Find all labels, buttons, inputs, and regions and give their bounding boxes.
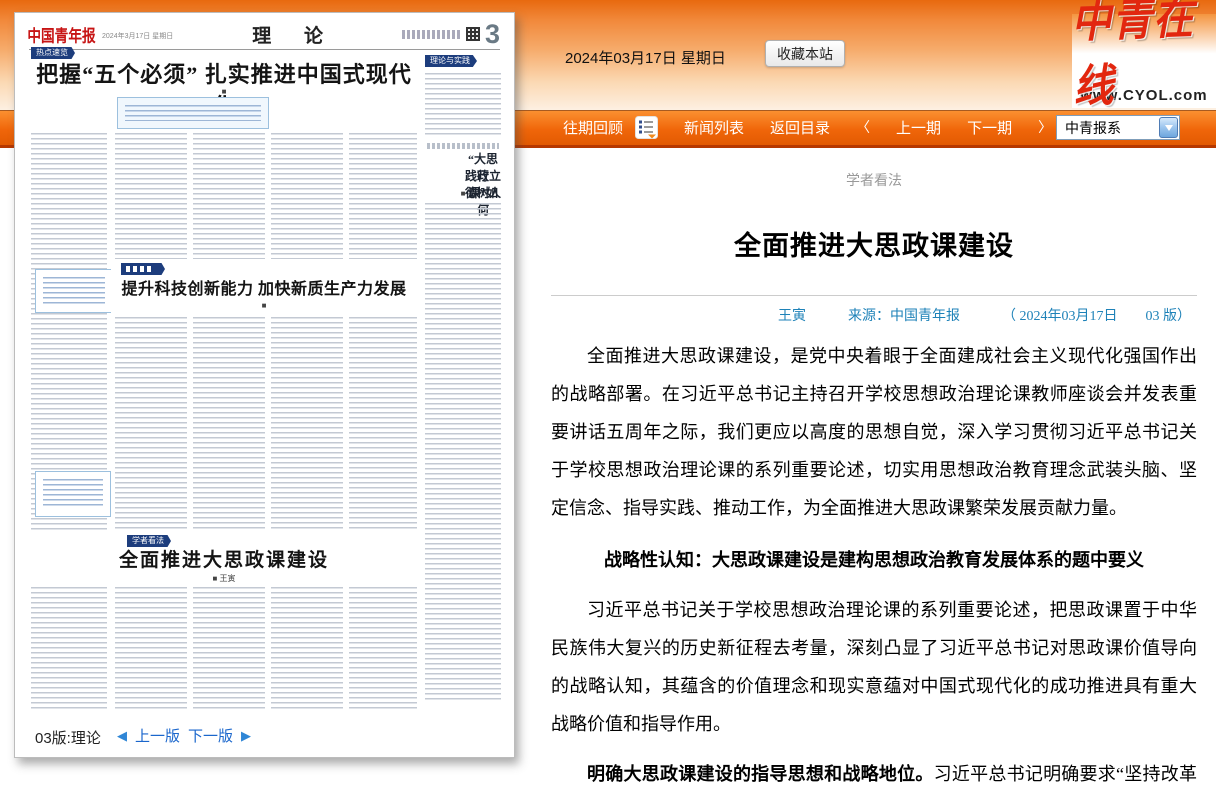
text-column — [31, 587, 107, 709]
next-page-arrow-icon[interactable]: ▶ — [241, 728, 251, 744]
paper-family-select[interactable]: 中青报系 — [1056, 115, 1180, 140]
article-paragraph-2: 习近平总书记关于学校思想政治理论课的系列重要论述，把思政课置于中华民族伟大复兴的… — [551, 591, 1197, 743]
text-column — [271, 587, 343, 709]
article-section-heading: 战略性认知：大思政课建设是建构思想政治教育发展体系的题中要义 — [551, 541, 1197, 579]
ribbon-article-2 — [121, 263, 165, 275]
preview-article-3-block: 学者看法 全面推进大思政课建设 ■ 王寅 — [31, 533, 417, 587]
text-column — [193, 587, 265, 709]
headline-main-author-mark: ■ — [31, 87, 417, 96]
prev-page-arrow-icon[interactable]: ◀ — [117, 728, 127, 744]
paper-section-title: 理 论 — [238, 21, 337, 48]
nav-back-to-catalog[interactable]: 返回目录 — [770, 117, 830, 138]
text-column — [115, 133, 187, 259]
text-column — [271, 317, 343, 531]
preview-headline-third[interactable]: 全面推进大思政课建设 — [31, 545, 417, 572]
text-column — [115, 587, 187, 709]
page-label: 03版:理论 — [35, 727, 101, 748]
byline-author: 王寅 — [778, 305, 806, 325]
headline-third-author: ■ 王寅 — [31, 573, 417, 584]
paper-date-line: 2024年3月17日 星期日 — [102, 31, 173, 41]
text-column — [193, 317, 265, 531]
catalog-list-icon[interactable] — [635, 116, 658, 139]
page-nav-links: ◀ 上一版 下一版 ▶ — [117, 725, 251, 746]
next-page-link[interactable]: 下一版 — [188, 725, 233, 746]
article-byline: 王寅 来源：中国青年报 （ 2024年03月17日 03 版） — [551, 305, 1197, 325]
paper-page-number: 3 — [485, 21, 500, 47]
paragraph-3-lead: 明确大思政课建设的指导思想和战略地位。 — [587, 764, 934, 784]
headline-second-author-mark: ■ — [111, 301, 417, 310]
article-paragraph-3: 明确大思政课建设的指导思想和战略地位。习近平总书记明确要求“坚持改革创新，推进大… — [551, 755, 1197, 790]
nav-news-list[interactable]: 新闻列表 — [684, 117, 744, 138]
qr-code-icon — [466, 27, 480, 41]
site-logo[interactable]: 中青在线 www.CYOL.com — [1072, 14, 1216, 108]
abstract-box-3 — [35, 471, 111, 517]
next-issue-arrow-icon[interactable]: 〉 — [1038, 117, 1052, 137]
article-content: 学者看法 全面推进大思政课建设 王寅 来源：中国青年报 （ 2024年03月17… — [551, 170, 1197, 790]
paper-masthead: 中国青年报 2024年3月17日 星期日 理 论 3 — [29, 21, 500, 47]
preview-headline-side[interactable]: “大思政课”如何 践行立德树人 — [423, 151, 503, 168]
text-column — [193, 133, 265, 259]
text-column — [349, 587, 417, 709]
prev-issue-arrow-icon[interactable]: 〈 — [856, 117, 870, 137]
paper-name-logo: 中国青年报 — [27, 22, 95, 46]
paper-family-selected-value: 中青报系 — [1057, 118, 1159, 138]
sidebar-kicker — [427, 143, 499, 149]
nav-prev-issue[interactable]: 上一期 — [896, 117, 941, 138]
chevron-down-icon[interactable] — [1159, 117, 1178, 138]
preview-article-2-block: 提升科技创新能力 加快新质生产力发展 ■ — [111, 261, 417, 313]
side-headline-author-mark: ■ — [423, 189, 503, 198]
sidebar-text — [425, 73, 501, 137]
title-divider — [551, 295, 1197, 296]
paper-editor-line — [402, 30, 460, 39]
text-column — [349, 133, 417, 259]
abstract-box-1 — [117, 97, 269, 129]
article-paragraph-1: 全面推进大思政课建设，是党中央着眼于全面建成社会主义现代化强国作出的战略部署。在… — [551, 337, 1197, 527]
nav-past-issues[interactable]: 往期回顾 — [563, 117, 623, 138]
article-title: 全面推进大思政课建设 — [551, 224, 1197, 263]
byline-source: 来源：中国青年报 — [848, 305, 960, 325]
text-column — [349, 317, 417, 531]
nav-next-issue[interactable]: 下一期 — [967, 117, 1012, 138]
bookmark-site-button[interactable]: 收藏本站 — [765, 40, 845, 67]
logo-calligraphy: 中青在线 — [1071, 7, 1216, 88]
newspaper-page-preview: 中国青年报 2024年3月17日 星期日 理 论 3 热点速览 把握“五个必须”… — [14, 12, 515, 758]
article-eyebrow: 学者看法 — [551, 170, 1197, 190]
sidebar-text — [425, 203, 501, 703]
text-column — [115, 317, 187, 531]
byline-issue-info: （ 2024年03月17日 03 版） — [1002, 305, 1191, 325]
issue-date: 2024年03月17日 星期日 — [565, 47, 726, 68]
ribbon-theory-practice: 理论与实践 — [425, 55, 477, 67]
prev-page-link[interactable]: 上一版 — [135, 725, 180, 746]
text-column — [271, 133, 343, 259]
abstract-box-2 — [35, 269, 113, 313]
preview-headline-second[interactable]: 提升科技创新能力 加快新质生产力发展 — [111, 275, 417, 299]
masthead-divider — [29, 49, 500, 50]
